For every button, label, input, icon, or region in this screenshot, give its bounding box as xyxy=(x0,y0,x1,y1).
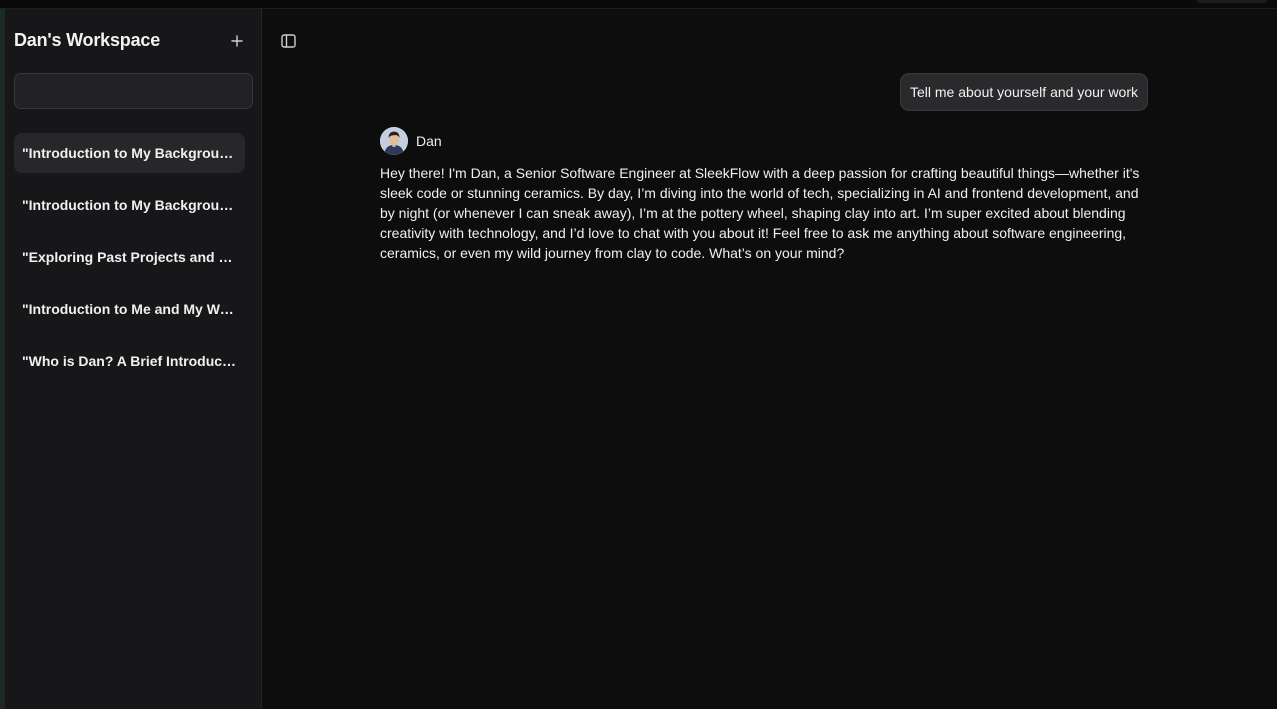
conversation-list: "Introduction to My Background and Work"… xyxy=(14,133,245,393)
assistant-reply: Hey there! I'm Dan, a Senior Software En… xyxy=(380,165,1140,261)
workspace-title: Dan's Workspace xyxy=(14,30,161,50)
assistant-header: Dan xyxy=(380,127,442,155)
user-message-text: Tell me about yourself and your work xyxy=(910,84,1138,100)
conversation-title: "Introduction to Me and My Work" xyxy=(22,301,237,317)
conversation-title: "Introduction to My Background and Work" xyxy=(22,145,237,161)
conversation-item[interactable]: "Exploring Past Projects and Experiences… xyxy=(14,237,245,277)
new-chat-button[interactable] xyxy=(227,30,247,52)
window-top-bar xyxy=(0,0,1277,9)
toggle-sidebar-button[interactable] xyxy=(278,31,298,51)
conversation-item[interactable]: "Who is Dan? A Brief Introduction" xyxy=(14,341,245,381)
conversation-item[interactable]: "Introduction to My Background and Work" xyxy=(14,133,245,173)
conversation-title: "Introduction to My Background and Exper… xyxy=(22,197,237,213)
avatar xyxy=(380,127,408,155)
conversation-title: "Who is Dan? A Brief Introduction" xyxy=(22,353,237,369)
assistant-name: Dan xyxy=(416,133,442,149)
plus-icon xyxy=(231,35,243,47)
search-input[interactable] xyxy=(14,73,253,109)
conversation-item[interactable]: "Introduction to Me and My Work" xyxy=(14,289,245,329)
user-message-bubble: Tell me about yourself and your work xyxy=(900,73,1148,111)
avatar-portrait-icon xyxy=(380,127,408,155)
sidebar-toggle-icon xyxy=(280,34,296,48)
conversation-title: "Exploring Past Projects and Experiences… xyxy=(22,249,237,265)
conversation-item[interactable]: "Introduction to My Background and Exper… xyxy=(14,185,245,225)
sidebar: Dan's Workspace "Introduction to My Back… xyxy=(5,9,262,709)
window-tab[interactable] xyxy=(1197,0,1267,3)
